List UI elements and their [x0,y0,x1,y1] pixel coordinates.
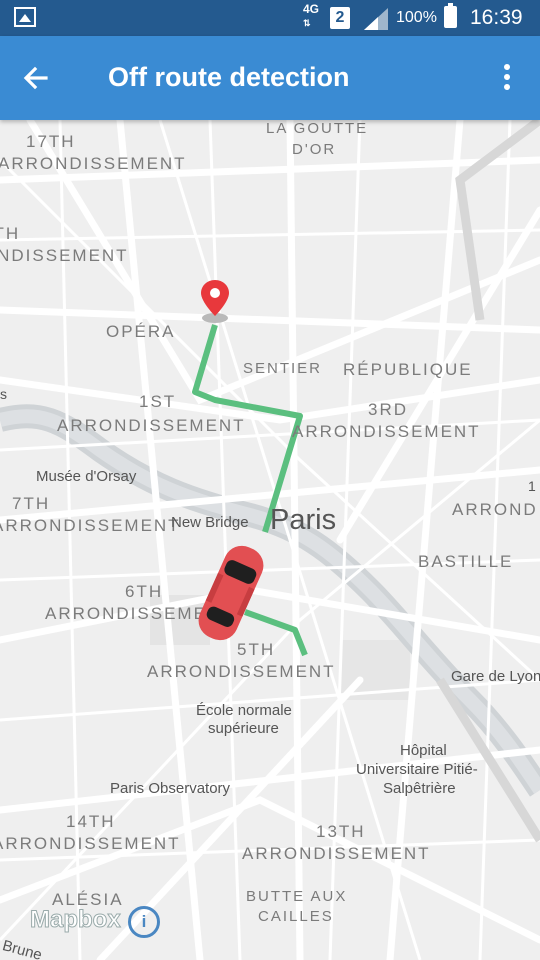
poi-label: Hôpital [400,742,447,759]
map-label: 1 [528,478,536,494]
district-label: ARRONDISSEMENT [292,422,481,441]
page-title: Off route detection [108,62,350,92]
district-label: ARROND [452,500,538,519]
district-label: ARRONDISSEMENT [0,834,181,853]
poi-label: Musée d'Orsay [36,468,137,485]
district-label: ARRONDISSEMENT [147,662,336,681]
district-label: RÉPUBLIQUE [343,360,473,379]
poi-label: École normale [196,702,292,719]
district-label: BUTTE AUX [246,888,348,905]
district-label: 14TH [66,812,116,831]
battery-icon [444,3,457,28]
district-label: ARRONDISSEMENT [0,516,181,535]
district-label: 6TH [125,582,164,601]
district-label: OPÉRA [106,322,176,341]
district-label: LA GOUTTE [266,120,369,137]
status-bar: 4G ⇅ 2 100% 16:39 [0,0,540,36]
district-label: BASTILLE [418,552,514,571]
mapbox-logo: Mapbox [30,906,122,934]
district-label: SENTIER [243,360,323,377]
district-label: ARRONDISSEMENT [0,246,129,265]
signal-icon [364,8,388,30]
clock: 16:39 [470,6,523,29]
district-label: ARRONDISSEMENT [242,844,431,863]
poi-label: Paris Observatory [110,780,231,797]
car-position-icon [198,545,264,641]
map-label: s [0,386,7,402]
district-label: 17TH [26,132,76,151]
network-type: 4G ⇅ [303,2,320,29]
city-label: Paris [270,504,337,536]
district-label: 7TH [12,494,51,513]
destination-pin-icon[interactable] [196,278,234,326]
district-label: 8TH [0,224,21,243]
map-view[interactable]: 17TH ARRONDISSEMENT 8TH ARRONDISSEMENT O… [0,120,540,960]
poi-label: New Bridge [171,514,249,531]
battery-percent: 100% [396,9,437,26]
district-label: ARRONDISSEMENT [0,154,187,173]
district-label: 13TH [316,822,366,841]
more-options-icon[interactable] [490,60,524,96]
district-label: 3RD [368,400,409,419]
app-bar: Off route detection [0,36,540,120]
attribution-info-icon[interactable]: i [128,906,160,938]
district-label: CAILLES [258,908,334,925]
district-label: 1ST [139,392,177,411]
poi-label: Gare de Lyon [451,668,540,685]
poi-label: Salpêtrière [383,780,456,797]
poi-label: supérieure [208,720,279,737]
back-arrow-icon[interactable] [18,60,54,96]
district-label: D'OR [292,141,337,158]
poi-label: Universitaire Pitié- [356,761,478,778]
gallery-notification-icon [14,7,36,27]
district-label: ARRONDISSEMENT [57,416,246,435]
sim-indicator: 2 [330,7,350,29]
